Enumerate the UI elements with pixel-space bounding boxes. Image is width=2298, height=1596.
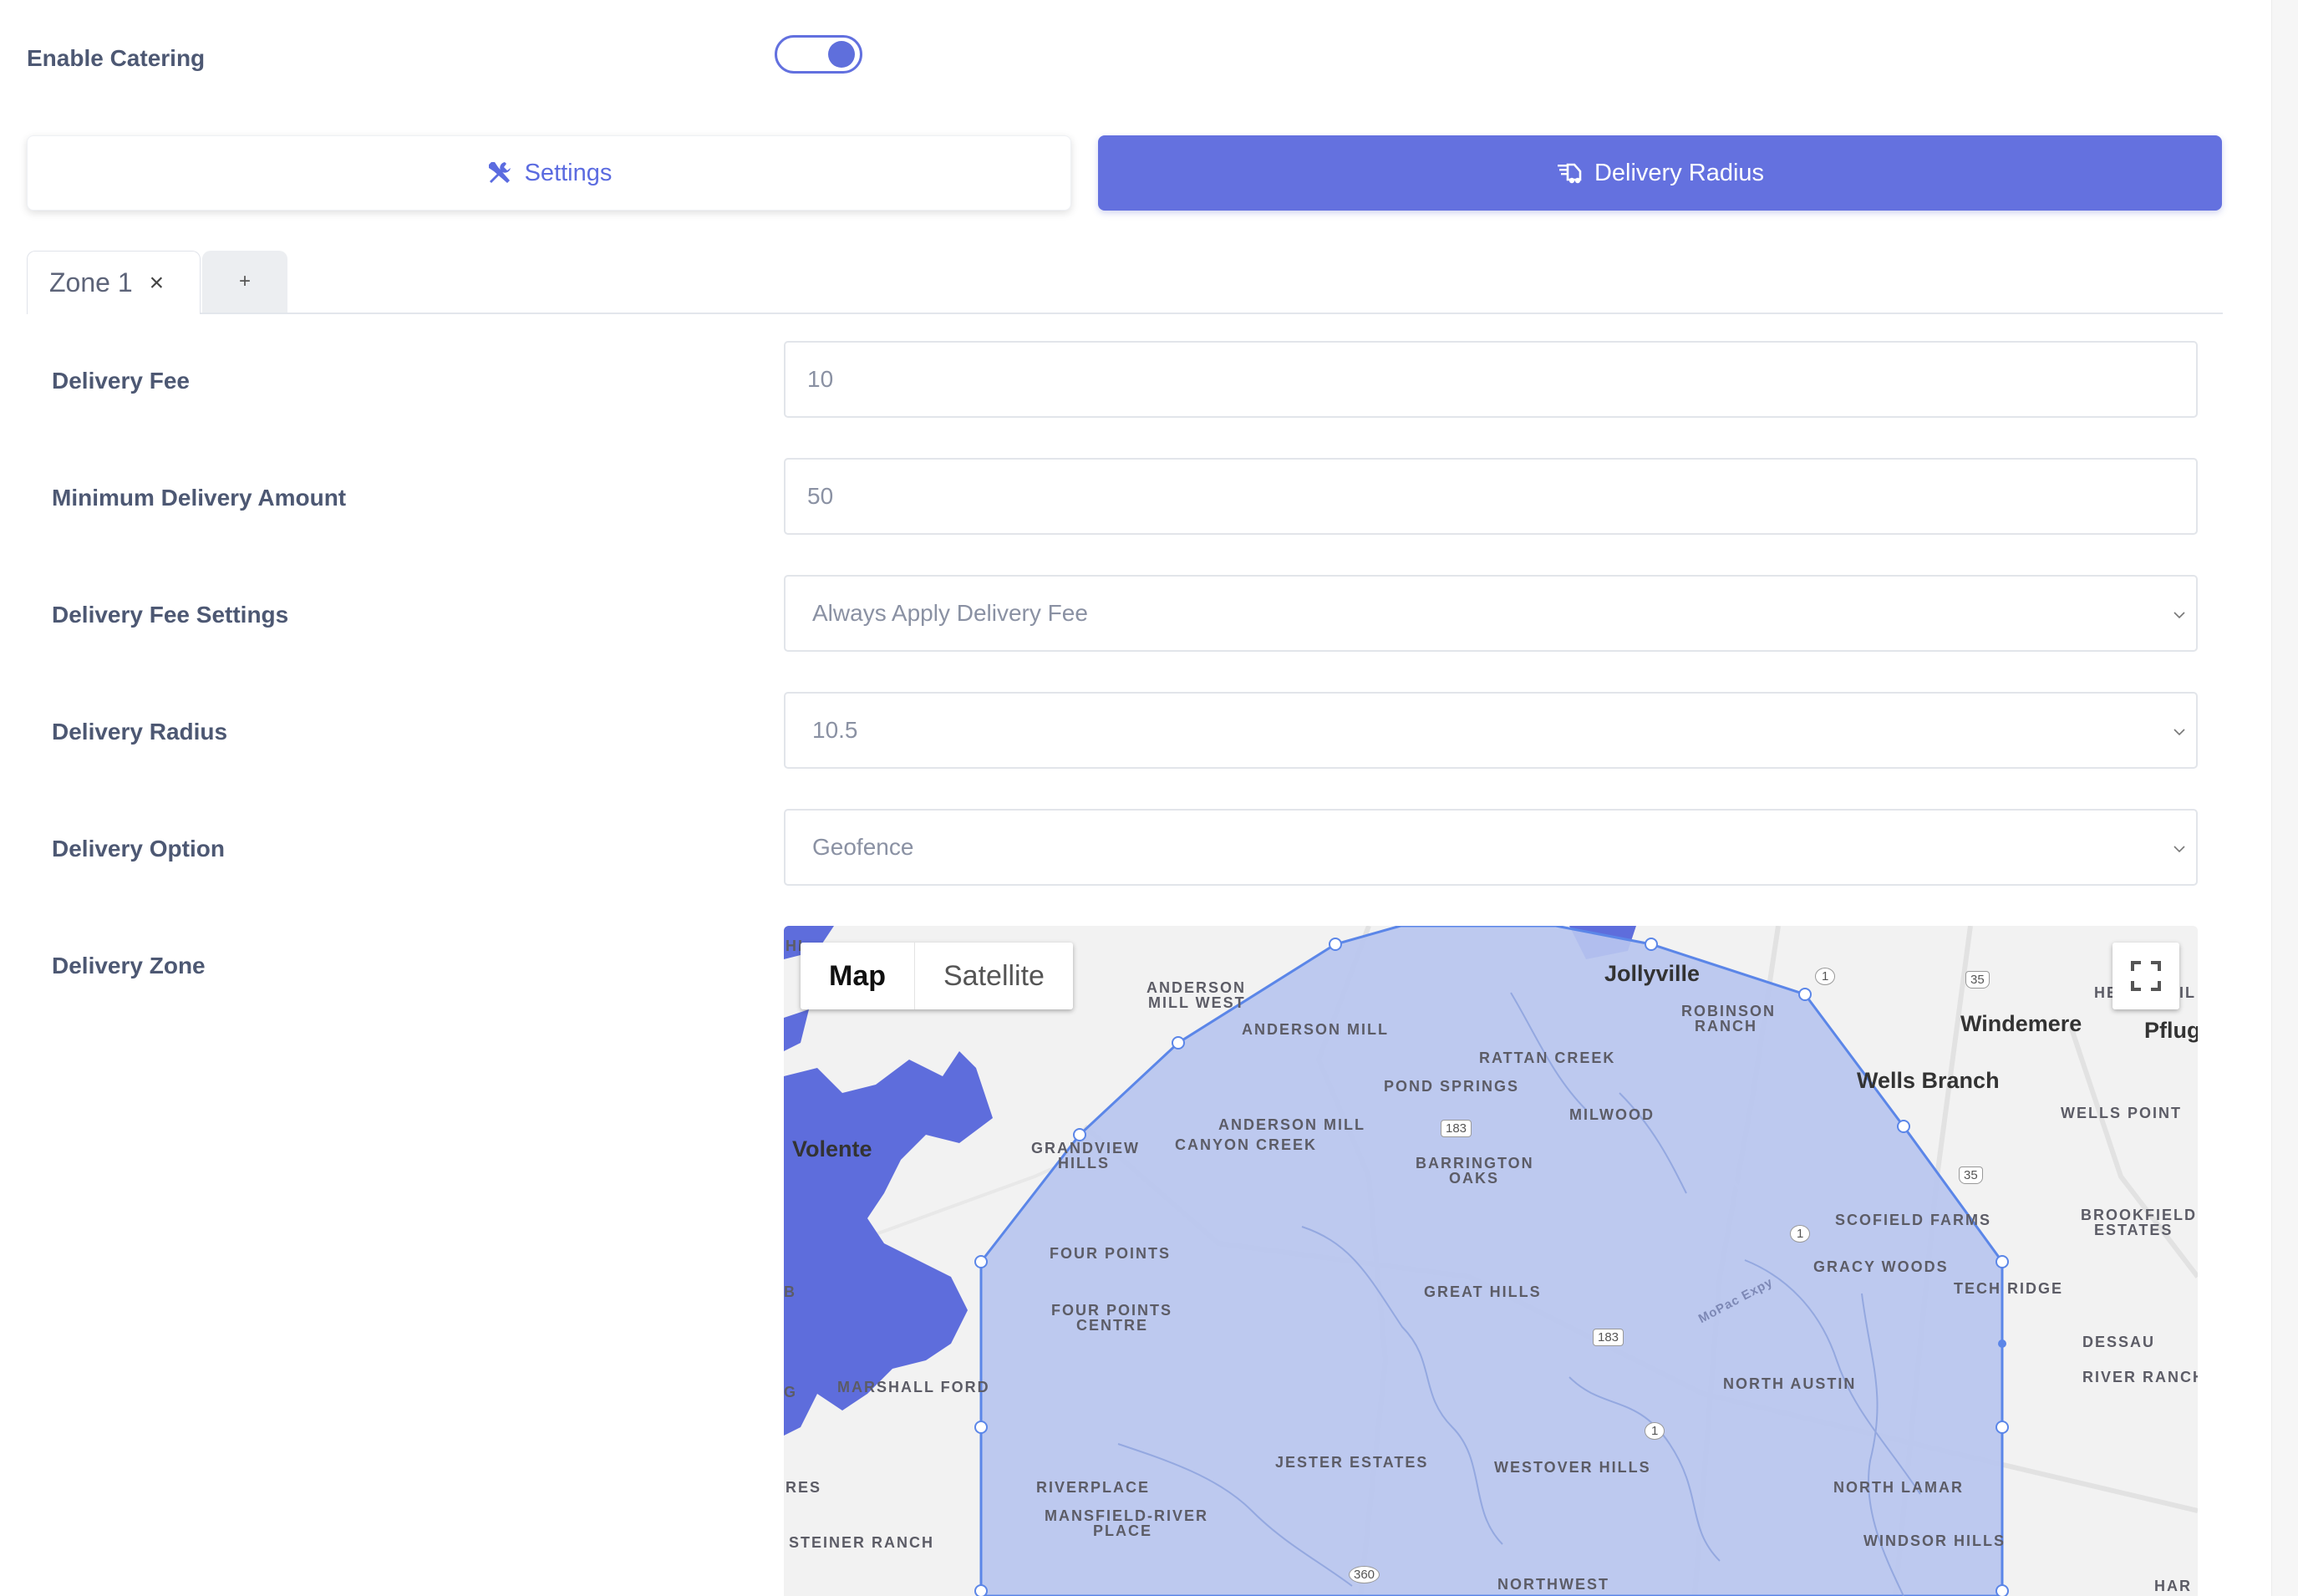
fullscreen-icon [2131, 961, 2161, 991]
delivery-truck-icon [1556, 160, 1583, 186]
chevron-down-icon [2173, 846, 2185, 853]
map-label-steiner-ranch: STEINER RANCH [789, 1534, 935, 1551]
map-label-res: RES [785, 1479, 822, 1496]
map-label-barrington-2: OAKS [1449, 1170, 1500, 1187]
close-icon[interactable]: × [150, 269, 165, 297]
map-label-rattan-creek: RATTAN CREEK [1479, 1050, 1616, 1066]
map-label-milwood: MILWOOD [1569, 1106, 1655, 1123]
minimum-delivery-amount-label: Minimum Delivery Amount [52, 485, 347, 511]
delivery-zone-map[interactable]: Jollyville Windemere Pflug Wells Branch … [784, 926, 2198, 1596]
tab-delivery-radius-label: Delivery Radius [1594, 159, 1765, 186]
map-label-riverplace: RIVERPLACE [1036, 1479, 1151, 1496]
map-label-north-austin: NORTH AUSTIN [1723, 1375, 1857, 1392]
map-label-har: HAR [2154, 1578, 2192, 1594]
delivery-radius-select[interactable]: 10.5 [784, 692, 2198, 769]
map-label-wells-branch: Wells Branch [1857, 1068, 2000, 1093]
tab-settings-label: Settings [524, 159, 613, 186]
map-label-b: B [784, 1283, 796, 1300]
map-label-am-canyon-1: ANDERSON MILL [1218, 1116, 1365, 1133]
zone-tab-1[interactable]: Zone 1 × [27, 251, 201, 314]
highway-shield-183: 183 [1593, 1329, 1624, 1346]
map-label-fp-centre-2: CENTRE [1076, 1317, 1149, 1334]
map-label-robinson-2: RANCH [1695, 1018, 1757, 1034]
map-label-four-points: FOUR POINTS [1050, 1245, 1172, 1262]
map-label-windsor-hills: WINDSOR HILLS [1863, 1532, 2006, 1549]
map-label-river-ranch: RIVER RANCH [2082, 1369, 2198, 1385]
map-label-great-hills: GREAT HILLS [1424, 1283, 1542, 1300]
delivery-fee-settings-select[interactable]: Always Apply Delivery Fee [784, 575, 2198, 652]
map-label-anderson-mill: ANDERSON MILL [1242, 1021, 1389, 1038]
tools-icon [486, 160, 513, 186]
map-type-control: Map Satellite [801, 943, 1073, 1009]
delivery-fee-settings-value: Always Apply Delivery Fee [812, 600, 1088, 626]
highway-shield-360: 360 [1349, 1566, 1380, 1583]
zone-tabs: Zone 1 × + [27, 251, 2223, 314]
map-label-g: G [784, 1384, 798, 1400]
delivery-option-select[interactable]: Geofence [784, 809, 2198, 886]
map-label-windemere: Windemere [1960, 1011, 2082, 1036]
delivery-fee-input[interactable]: 10 [784, 341, 2198, 418]
map-label-grandview-2: HILLS [1058, 1155, 1110, 1172]
highway-shield-35: 35 [1959, 1167, 1983, 1184]
map-label-northwest: NORTHWEST [1497, 1576, 1609, 1593]
delivery-fee-row: Delivery Fee 10 [52, 341, 2199, 418]
chevron-down-icon [2173, 729, 2185, 736]
delivery-radius-row: Delivery Radius 10.5 [52, 692, 2199, 769]
map-label-am-canyon-2: CANYON CREEK [1175, 1136, 1318, 1153]
highway-shield-183: 183 [1441, 1120, 1472, 1137]
delivery-fee-settings-row: Delivery Fee Settings Always Apply Deliv… [52, 575, 2199, 652]
tab-delivery-radius[interactable]: Delivery Radius [1098, 135, 2222, 211]
map-label-marshall-ford: MARSHALL FORD [837, 1379, 990, 1395]
map-label-mansfield-2: PLACE [1093, 1522, 1153, 1539]
highway-shield-35: 35 [1965, 971, 1990, 989]
delivery-radius-label: Delivery Radius [52, 719, 228, 745]
add-zone-button[interactable]: + [202, 251, 287, 313]
map-type-map-button[interactable]: Map [801, 943, 915, 1009]
fullscreen-button[interactable] [2112, 943, 2179, 1009]
map-label-dessau: DESSAU [2082, 1334, 2156, 1350]
map-label-jollyville: Jollyville [1604, 961, 1701, 986]
delivery-fee-settings-label: Delivery Fee Settings [52, 602, 289, 628]
map-label-scofield-farms: SCOFIELD FARMS [1835, 1212, 1992, 1228]
map-label-brookfield-2: ESTATES [2094, 1222, 2173, 1238]
minimum-delivery-amount-row: Minimum Delivery Amount 50 [52, 458, 2199, 535]
minimum-delivery-amount-value: 50 [807, 483, 834, 509]
map-label-volente: Volente [792, 1136, 872, 1161]
map-label-gracy-woods: GRACY WOODS [1813, 1258, 1949, 1275]
delivery-fee-value: 10 [807, 366, 834, 392]
delivery-option-label: Delivery Option [52, 836, 225, 862]
map-type-satellite-button[interactable]: Satellite [915, 943, 1073, 1009]
enable-catering-toggle[interactable] [775, 35, 862, 74]
map-label-tech-ridge: TECH RIDGE [1954, 1280, 2064, 1297]
map-label-north-lamar: NORTH LAMAR [1833, 1479, 1964, 1496]
map-label-pflug: Pflug [2144, 1018, 2198, 1043]
minimum-delivery-amount-input[interactable]: 50 [784, 458, 2198, 535]
delivery-option-value: Geofence [812, 834, 914, 860]
enable-catering-label: Enable Catering [27, 45, 206, 71]
map-label-pond-springs: POND SPRINGS [1384, 1078, 1520, 1095]
zone-tab-label: Zone 1 [49, 267, 133, 297]
delivery-fee-label: Delivery Fee [52, 368, 190, 394]
chevron-down-icon [2173, 612, 2185, 619]
page-scrollbar[interactable] [2271, 0, 2298, 1596]
delivery-zone-label: Delivery Zone [52, 953, 206, 978]
delivery-option-row: Delivery Option Geofence [52, 809, 2199, 886]
enable-catering-row: Enable Catering [27, 35, 862, 79]
delivery-radius-value: 10.5 [812, 717, 858, 743]
map-label-jester-estates: JESTER ESTATES [1275, 1454, 1429, 1471]
tab-settings[interactable]: Settings [27, 135, 1071, 211]
map-label-wells-point: WELLS POINT [2061, 1105, 2182, 1121]
map-label-westover-hills: WESTOVER HILLS [1494, 1459, 1651, 1476]
map-label-anderson-mill-west-2: MILL WEST [1148, 994, 1246, 1011]
toggle-knob [828, 41, 855, 68]
